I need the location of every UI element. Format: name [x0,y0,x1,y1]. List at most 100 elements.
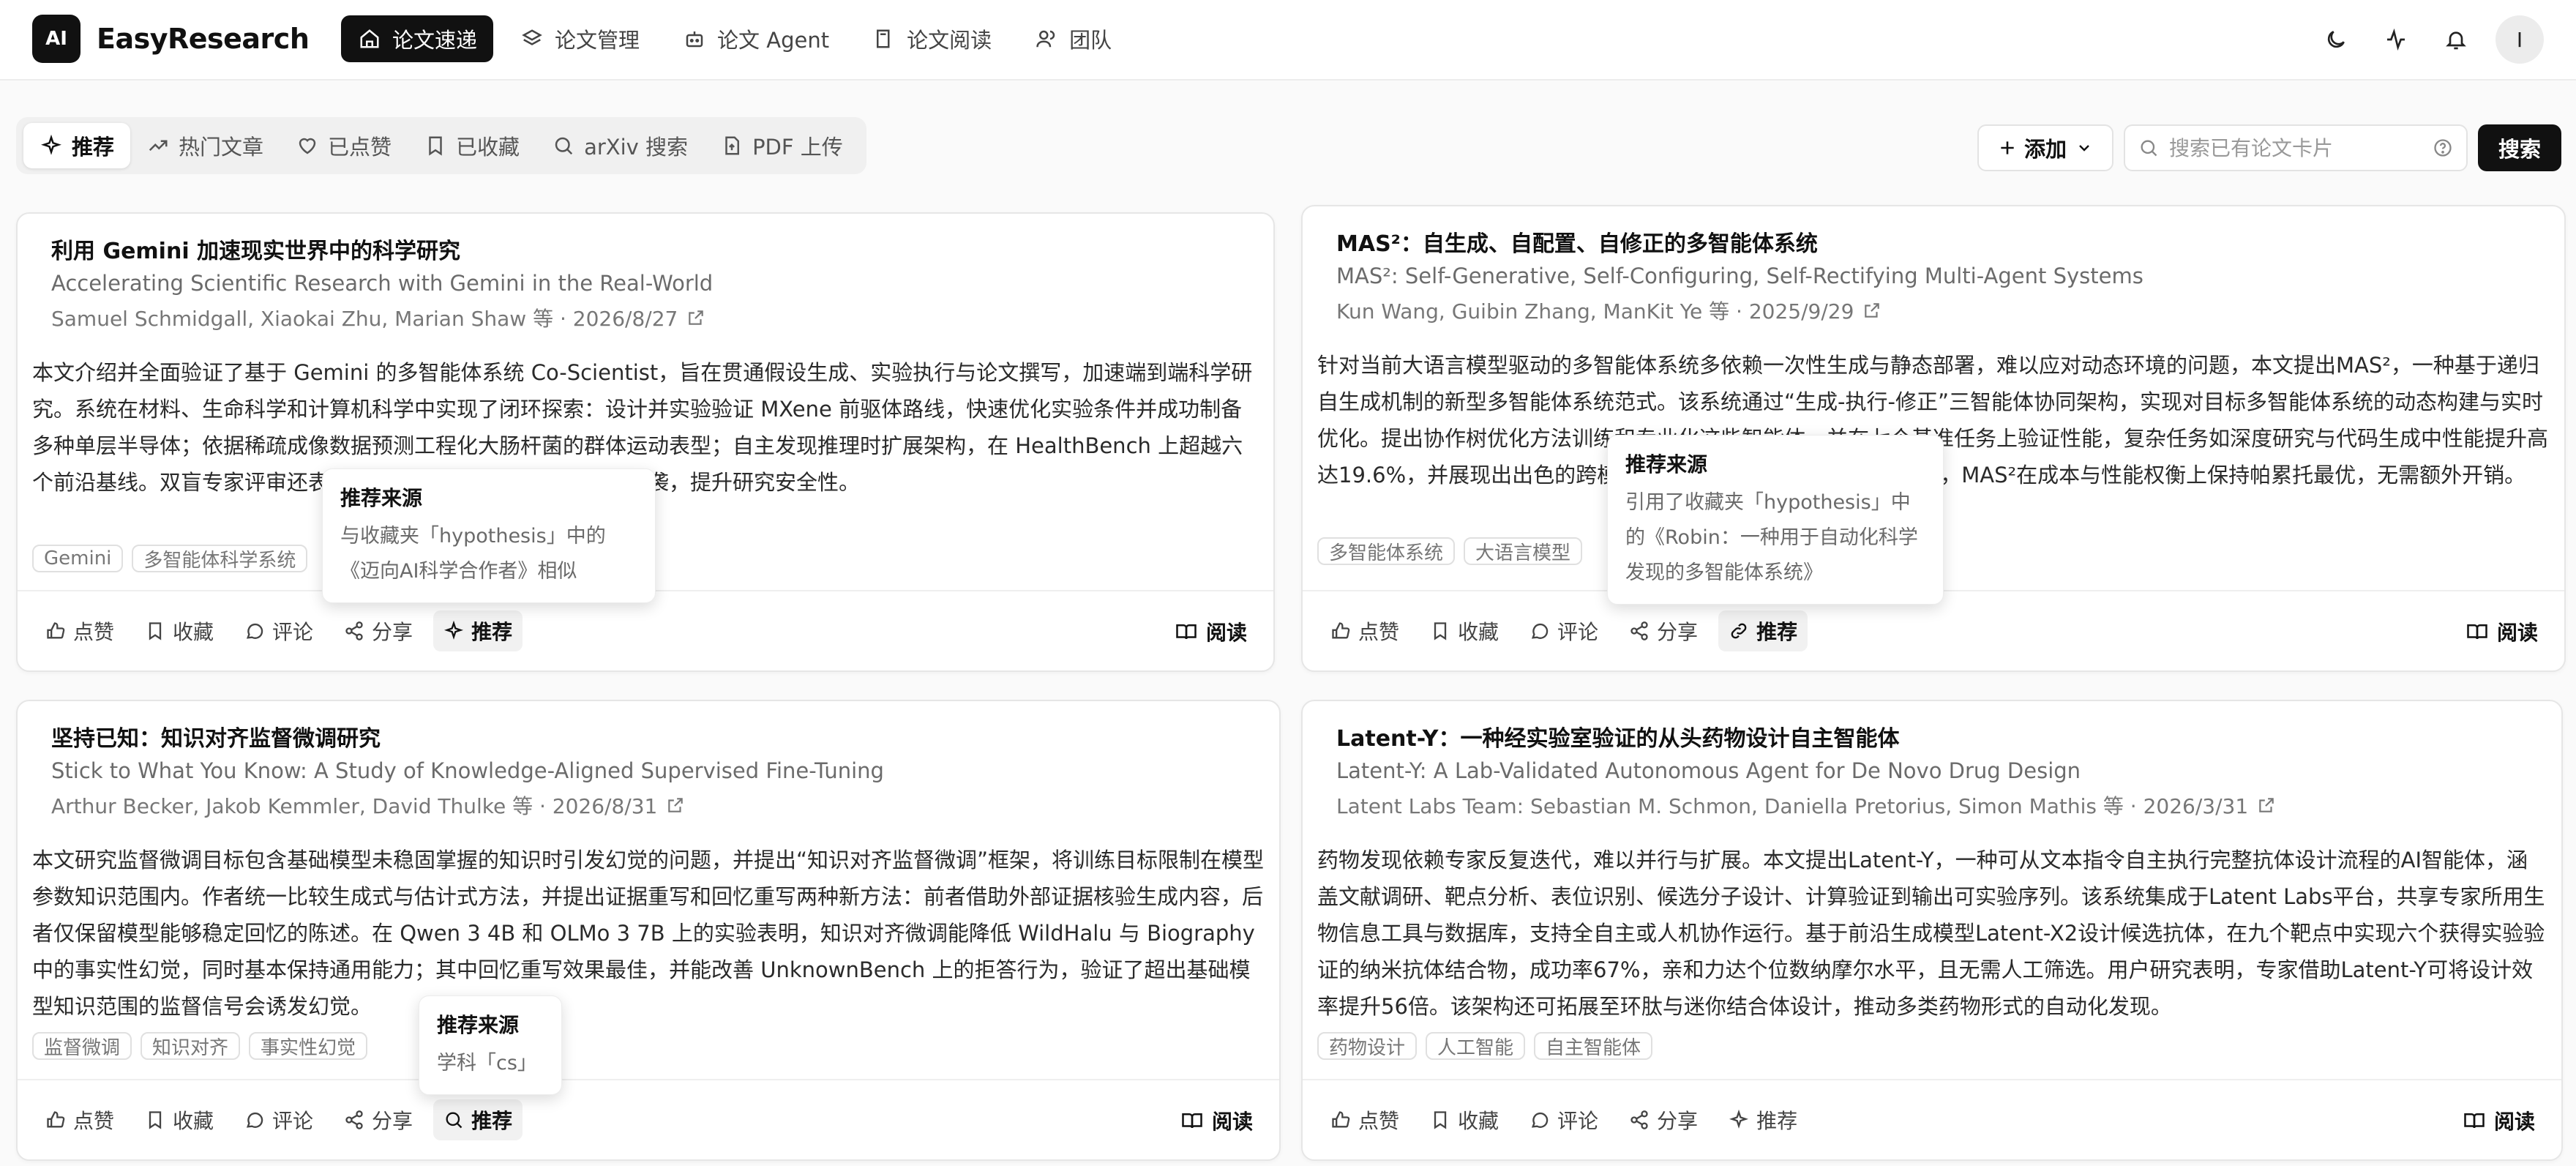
share-button[interactable]: 分享 [1619,1099,1708,1140]
nav-item-paper-management[interactable]: 论文管理 [503,15,656,62]
tab-recommend[interactable]: 推荐 [23,123,131,168]
tab-liked[interactable]: 已点赞 [280,123,408,168]
help-icon[interactable] [2433,138,2453,158]
paper-title[interactable]: 坚持已知：知识对齐监督微调研究 [51,720,1265,752]
add-dropdown-button[interactable]: 添加 [1977,124,2113,171]
external-link-icon[interactable] [666,796,685,815]
external-link-icon[interactable] [2257,796,2276,815]
read-label: 阅读 [1211,1110,1253,1134]
tag[interactable]: 多智能体科学系统 [132,545,308,572]
tag[interactable]: 自主智能体 [1534,1032,1653,1060]
nav-item-paper-reading[interactable]: 论文阅读 [855,15,1008,62]
like-label: 点赞 [1358,1109,1400,1133]
read-button[interactable]: 阅读 [2466,611,2538,652]
tag[interactable]: 药物设计 [1317,1032,1418,1060]
tag[interactable]: 人工智能 [1426,1032,1526,1060]
activity-button[interactable] [2373,16,2419,63]
recommend-button[interactable]: 推荐 [1718,1099,1808,1140]
moon-icon [2324,28,2348,51]
bookmark-icon [145,1110,165,1130]
recommend-button[interactable]: 推荐 [433,1099,523,1140]
recommend-button[interactable]: 推荐 [1718,610,1808,651]
comment-icon [1530,1110,1550,1130]
like-button[interactable]: 点赞 [1320,610,1409,651]
search-button[interactable]: 搜索 [2477,124,2561,171]
collect-button[interactable]: 收藏 [135,610,224,651]
like-button[interactable]: 点赞 [35,610,124,651]
collect-label: 收藏 [1458,1109,1499,1133]
paper-card: 坚持已知：知识对齐监督微调研究 Stick to What You Know: … [16,700,1281,1161]
read-button[interactable]: 阅读 [1181,1100,1253,1141]
tooltip-title: 推荐来源 [1625,452,1708,477]
collect-button[interactable]: 收藏 [135,1099,224,1140]
notifications-button[interactable] [2433,16,2479,63]
comment-button[interactable]: 评论 [234,610,323,651]
tab-label: 已收藏 [456,135,520,160]
share-button[interactable]: 分享 [334,610,423,651]
nav-label: 论文 Agent [717,28,830,53]
plus-icon [1998,138,2017,157]
trending-icon [146,134,170,157]
app-name: EasyResearch [97,23,310,55]
paper-title[interactable]: 利用 Gemini 加速现实世界中的科学研究 [51,233,1259,265]
tooltip-text: 与收藏夹「hypothesis」中的《迈向AI科学合作者》相似 [340,525,606,583]
app-logo[interactable]: AI EasyResearch [32,15,310,63]
tab-collected[interactable]: 已收藏 [408,123,536,168]
tag[interactable]: 多智能体系统 [1317,537,1456,565]
open-book-icon [1181,1110,1203,1132]
tab-label: PDF 上传 [752,135,843,160]
collect-button[interactable]: 收藏 [1420,610,1509,651]
tab-trending[interactable]: 热门文章 [130,123,280,168]
recommend-label: 推荐 [1756,620,1798,644]
comment-button[interactable]: 评论 [1519,610,1609,651]
share-button[interactable]: 分享 [1619,610,1708,651]
tag[interactable]: 事实性幻觉 [249,1032,368,1060]
nav-item-team[interactable]: 团队 [1018,15,1128,62]
comment-label: 评论 [1557,620,1599,644]
read-button[interactable]: 阅读 [1175,611,1247,652]
authors-text: Samuel Schmidgall, Xiaokai Zhu, Marian S… [51,307,678,331]
tag[interactable]: 大语言模型 [1464,537,1583,565]
search-icon [443,1110,464,1130]
tag[interactable]: Gemini [32,545,124,572]
paper-authors: Kun Wang, Guibin Zhang, ManKit Ye 等 · 20… [1336,296,2550,325]
tag[interactable]: 知识对齐 [141,1032,241,1060]
card-action-bar: 点赞 收藏 评论 分享 推荐 阅读 [1303,1079,2561,1159]
chevron-down-icon [2075,139,2093,157]
nav-item-paper-express[interactable]: 论文速递 [341,15,494,62]
nav-item-paper-agent[interactable]: 论文 Agent [666,15,845,62]
tab-arxiv-search[interactable]: arXiv 搜索 [536,123,704,168]
users-icon [1034,26,1059,51]
recommend-source-tooltip: 推荐来源 与收藏夹「hypothesis」中的《迈向AI科学合作者》相似 [322,468,656,603]
authors-text: Latent Labs Team: Sebastian M. Schmon, D… [1336,794,2249,818]
tab-pdf-upload[interactable]: PDF 上传 [704,123,859,168]
card-search-input[interactable] [2168,135,2433,160]
sparkle-icon [1729,1110,1749,1130]
paper-card: Latent-Y：一种经实验室验证的从头药物设计自主智能体 Latent-Y: … [1301,700,2563,1161]
collect-button[interactable]: 收藏 [1420,1099,1509,1140]
user-avatar[interactable]: I [2496,15,2544,64]
bookmark-icon [145,621,165,641]
external-link-icon[interactable] [1862,301,1882,320]
comment-button[interactable]: 评论 [234,1099,323,1140]
authors-text: Kun Wang, Guibin Zhang, ManKit Ye 等 · 20… [1336,299,1854,324]
external-link-icon[interactable] [686,308,705,327]
tag[interactable]: 监督微调 [32,1032,132,1060]
share-button[interactable]: 分享 [334,1099,423,1140]
comment-button[interactable]: 评论 [1519,1099,1609,1140]
paper-title[interactable]: Latent-Y：一种经实验室验证的从头药物设计自主智能体 [1336,720,2547,752]
collect-label: 收藏 [173,1109,214,1133]
paper-subtitle: Accelerating Scientific Research with Ge… [51,271,714,296]
bot-icon [682,26,707,51]
recommend-label: 推荐 [471,620,513,644]
recommend-button[interactable]: 推荐 [433,610,523,651]
paper-subtitle: MAS²: Self-Generative, Self-Configuring,… [1336,264,2143,288]
like-button[interactable]: 点赞 [1320,1099,1409,1140]
read-button[interactable]: 阅读 [2463,1100,2535,1141]
like-button[interactable]: 点赞 [35,1099,124,1140]
paper-title[interactable]: MAS²：自生成、自配置、自修正的多智能体系统 [1336,225,2550,258]
nav-label: 团队 [1069,28,1112,53]
recommend-label: 推荐 [471,1109,513,1133]
theme-toggle-button[interactable] [2313,16,2359,63]
share-label: 分享 [372,620,413,644]
